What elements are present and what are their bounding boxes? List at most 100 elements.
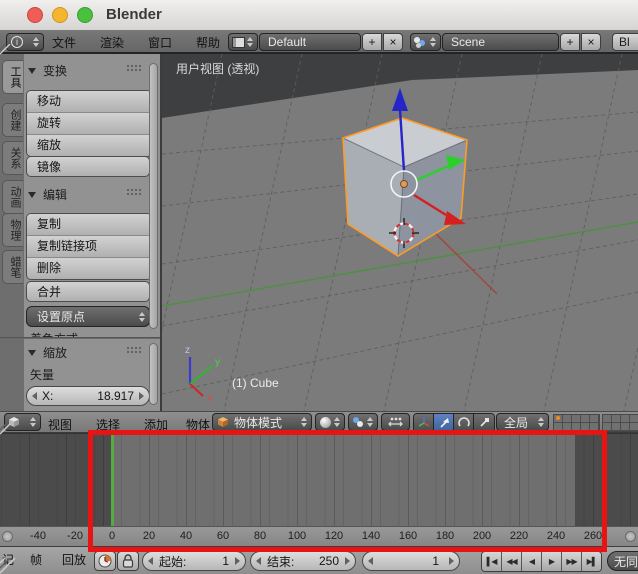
start-value: 1	[222, 554, 229, 568]
transform-button-group: 移动 旋转 缩放	[26, 90, 152, 157]
menu-frame[interactable]: 帧	[30, 551, 42, 568]
panel-grip-icon[interactable]	[126, 188, 141, 196]
tab-tools[interactable]: 工具	[2, 60, 23, 94]
tab-physics[interactable]: 物理	[2, 213, 23, 247]
next-keyframe-button[interactable]: ▶▶	[562, 552, 582, 571]
pivot-point-dropdown[interactable]	[348, 413, 378, 431]
tab-animation[interactable]: 动画	[2, 180, 23, 214]
decrement-arrow-icon[interactable]	[32, 392, 37, 400]
prev-keyframe-button[interactable]: ◀◀	[502, 552, 522, 571]
add-layout-button[interactable]: +	[362, 33, 382, 51]
mirror-button[interactable]: 镜像	[26, 156, 150, 177]
layer-cell[interactable]	[621, 415, 630, 423]
start-frame-field[interactable]: 起始: 1	[142, 551, 246, 571]
menu-playback[interactable]: 回放	[62, 551, 86, 568]
panel-header-resize[interactable]: 缩放	[28, 344, 67, 361]
duplicate-linked-button[interactable]: 复制链接项	[27, 235, 151, 257]
maximize-window-button[interactable]	[77, 7, 93, 23]
increment-arrow-icon[interactable]	[345, 557, 350, 565]
lock-time-toggle[interactable]	[117, 551, 139, 571]
editor-corner-grip[interactable]	[0, 424, 14, 435]
scrollbar-left-cap[interactable]	[2, 531, 13, 542]
panel-header-edit[interactable]: 编辑	[28, 186, 67, 203]
layer-cell[interactable]	[612, 415, 621, 423]
layer-cell[interactable]	[630, 415, 638, 423]
mini-axis-gizmo: z y x	[185, 345, 220, 404]
end-frame-field[interactable]: 结束: 250	[250, 551, 356, 571]
tab-relations[interactable]: 关系	[2, 141, 23, 175]
increment-arrow-icon[interactable]	[449, 557, 454, 565]
layer-cell[interactable]	[581, 415, 590, 423]
minimize-window-button[interactable]	[52, 7, 68, 23]
panel-grip-icon[interactable]	[126, 64, 141, 72]
shelf-scrollbar[interactable]	[149, 63, 158, 329]
join-button[interactable]: 合并	[26, 281, 150, 302]
collapse-triangle-icon	[28, 349, 36, 356]
center-points-icon	[388, 417, 403, 427]
increment-arrow-icon[interactable]	[235, 557, 240, 565]
move-button[interactable]: 移动	[27, 91, 151, 112]
manipulate-center-points-toggle[interactable]	[381, 413, 410, 431]
editor-corner-grip[interactable]	[0, 558, 18, 574]
decrement-arrow-icon[interactable]	[148, 557, 153, 565]
add-scene-button[interactable]: +	[560, 33, 580, 51]
transform-orientation-dropdown[interactable]: 全局	[496, 413, 549, 431]
panel-header-transform[interactable]: 变换	[28, 62, 67, 79]
decrement-arrow-icon[interactable]	[368, 557, 373, 565]
menu-help[interactable]: 帮助	[196, 34, 220, 51]
layer-cell[interactable]	[572, 415, 581, 423]
layer-cell[interactable]	[603, 415, 612, 423]
viewport-shading-dropdown[interactable]	[315, 413, 345, 431]
panel-grip-icon[interactable]	[126, 346, 141, 354]
delete-scene-button[interactable]: ×	[581, 33, 601, 51]
play-button[interactable]: ▶	[542, 552, 562, 571]
editor-corner-grip[interactable]	[0, 44, 14, 55]
screen-layout-icon-dropdown[interactable]	[228, 33, 258, 51]
3d-scene[interactable]: z y x	[162, 54, 638, 411]
layer-cell[interactable]	[621, 423, 630, 431]
render-engine-dropdown[interactable]: Bl	[612, 33, 638, 51]
tool-shelf: 工具 创建 关系 动画 物理 蜡笔 变换 移动 旋转 缩放 镜像 编辑 复制 复…	[0, 54, 160, 411]
3d-viewport[interactable]: z y x 用户视图 (透视) (1) Cube	[162, 54, 638, 411]
layer-cell-active[interactable]	[554, 415, 563, 423]
tab-grease-pencil[interactable]: 蜡笔	[2, 250, 23, 284]
redo-panel-scrollbar[interactable]	[149, 343, 158, 405]
jump-to-start-button[interactable]: ▌◀	[482, 552, 502, 571]
updown-arrows-icon	[367, 417, 373, 427]
menu-render[interactable]: 渲染	[100, 34, 124, 51]
scale-button[interactable]: 缩放	[27, 134, 151, 156]
screen-layout-field[interactable]: Default	[259, 33, 361, 51]
layer-cell[interactable]	[563, 415, 572, 423]
set-origin-dropdown[interactable]: 设置原点	[26, 306, 150, 327]
delete-layout-button[interactable]: ×	[383, 33, 403, 51]
current-frame-field[interactable]: 1	[362, 551, 460, 571]
layer-cell[interactable]	[590, 415, 599, 423]
menu-view[interactable]: 视图	[48, 416, 72, 432]
increment-arrow-icon[interactable]	[139, 392, 144, 400]
layer-cell[interactable]	[630, 423, 638, 431]
layer-cell[interactable]	[612, 423, 621, 431]
scene-field[interactable]: Scene	[442, 33, 559, 51]
vector-x-slider[interactable]: X: 18.917	[26, 386, 150, 406]
close-window-button[interactable]	[27, 7, 43, 23]
frame-tick: -20	[67, 530, 83, 542]
decrement-arrow-icon[interactable]	[256, 557, 261, 565]
scrollbar-right-cap[interactable]	[625, 531, 636, 542]
y-axis-label: y	[215, 357, 220, 368]
scene-icon-dropdown[interactable]	[410, 33, 441, 51]
preview-range-toggle[interactable]	[94, 551, 116, 571]
manipulator-z-arrowhead[interactable]	[392, 88, 408, 111]
av-sync-dropdown[interactable]: 无同	[607, 551, 638, 571]
tab-create[interactable]: 创建	[2, 103, 23, 137]
layers-widget-group-2[interactable]	[602, 414, 638, 432]
delete-button[interactable]: 删除	[27, 257, 151, 279]
updown-arrows-icon	[30, 417, 36, 427]
plus-icon: +	[368, 35, 376, 49]
duplicate-button[interactable]: 复制	[27, 214, 151, 235]
menu-file[interactable]: 文件	[52, 34, 76, 51]
mode-dropdown[interactable]: 物体模式	[212, 413, 312, 431]
jump-to-end-button[interactable]: ▶▌	[582, 552, 601, 571]
rotate-button[interactable]: 旋转	[27, 112, 151, 134]
play-reverse-button[interactable]: ◀	[522, 552, 542, 571]
menu-window[interactable]: 窗口	[148, 34, 172, 51]
